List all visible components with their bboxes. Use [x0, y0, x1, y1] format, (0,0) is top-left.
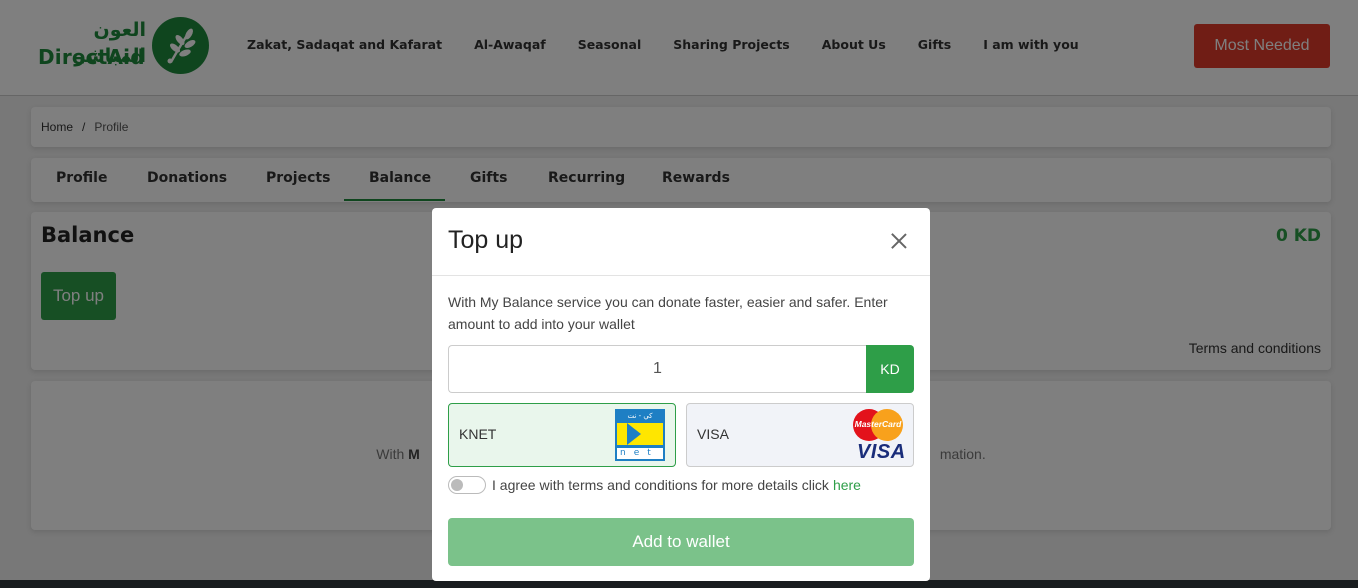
- knet-logo-icon: كي - نت net: [615, 409, 665, 461]
- agree-toggle[interactable]: [448, 476, 486, 494]
- payment-option-label: KNET: [459, 426, 497, 442]
- payment-option-visa[interactable]: VISA MasterCard VISA: [686, 403, 914, 467]
- modal-title: Top up: [448, 226, 524, 254]
- payment-option-label: VISA: [697, 426, 729, 442]
- modal-header: Top up: [432, 208, 930, 276]
- terms-here-link[interactable]: here: [833, 477, 861, 493]
- agree-text: I agree with terms and conditions for mo…: [492, 477, 829, 493]
- toggle-knob: [451, 479, 463, 491]
- terms-agreement-row: I agree with terms and conditions for mo…: [448, 476, 861, 494]
- amount-input-group: KD: [448, 345, 914, 393]
- close-icon[interactable]: [888, 230, 910, 252]
- modal-description: With My Balance service you can donate f…: [448, 294, 888, 332]
- amount-input[interactable]: [448, 345, 866, 393]
- visa-logo-icon: VISA: [857, 441, 906, 463]
- top-up-modal: Top up With My Balance service you can d…: [432, 208, 930, 581]
- mastercard-logo-icon: MasterCard: [853, 409, 903, 441]
- currency-addon: KD: [866, 345, 914, 393]
- payment-option-knet[interactable]: KNET كي - نت net: [448, 403, 676, 467]
- add-to-wallet-button[interactable]: Add to wallet: [448, 518, 914, 566]
